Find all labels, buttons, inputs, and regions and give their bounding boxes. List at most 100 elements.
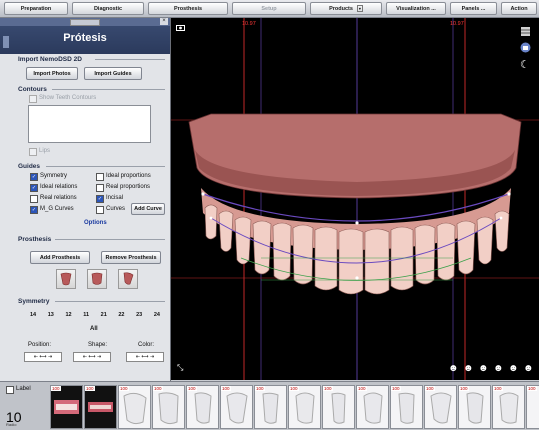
toolbar-prosthesis-button[interactable]: Prosthesis (148, 2, 228, 15)
add-prosthesis-button[interactable]: Add Prosthesis (30, 251, 90, 264)
real-proportions-checkbox[interactable] (96, 184, 104, 192)
incisal-label: Incisal (106, 195, 124, 201)
import-section-title: Import NemoDSD 2D (18, 56, 82, 63)
all-teeth-toggle[interactable]: All (90, 326, 98, 332)
curves-label: Curves (106, 206, 126, 212)
add-curve-button[interactable]: Add Curve (131, 203, 165, 215)
curves-checkbox[interactable] (96, 206, 104, 214)
expand-icon[interactable]: ⤡ (177, 364, 185, 372)
color-symmetry-control[interactable]: ⇤ ⟷ ⇥ (126, 352, 164, 362)
options-link[interactable]: Options (84, 220, 107, 226)
thumbnail-tag: 100 (493, 386, 503, 391)
thumbnail-tag: 100 (289, 386, 299, 391)
thumbnail-tag: 100 (391, 386, 401, 391)
thumbnail[interactable]: 100 (118, 385, 151, 429)
head-top-view-icon[interactable]: ☻ (478, 363, 489, 375)
tooth-number-row: 14 13 12 11 21 22 23 24 (30, 312, 160, 318)
head-back-view-icon[interactable]: ☻ (523, 363, 534, 375)
toolbar-products-button[interactable]: Products ▾ (310, 2, 382, 15)
show-contours-checkbox[interactable] (29, 95, 37, 103)
left-ruler-readout: 10.97 (242, 21, 256, 27)
shape-symmetry-control[interactable]: ⇤ ⟷ ⇥ (73, 352, 111, 362)
toolbar-action-button[interactable]: Action (501, 2, 537, 15)
tooth-tool-icon[interactable] (56, 269, 76, 289)
tooth-number[interactable]: 22 (118, 312, 124, 318)
thumbnail-tag: 100 (187, 386, 197, 391)
tooth-number[interactable]: 14 (30, 312, 36, 318)
panel-title: Prótesis (63, 32, 107, 44)
remove-prosthesis-button[interactable]: Remove Prosthesis (101, 251, 161, 264)
tooth-number[interactable]: 13 (48, 312, 54, 318)
tooth-number[interactable]: 12 (65, 312, 71, 318)
tooth-tool-icon[interactable] (118, 269, 138, 289)
camera-icon[interactable] (176, 24, 185, 31)
color-label: Color: (138, 342, 155, 348)
thumbnail[interactable]: 100 (492, 385, 525, 429)
label-text: Label (16, 386, 31, 392)
close-icon[interactable]: × (160, 18, 168, 25)
toolbar-products-label: Products (329, 5, 353, 12)
thumbnail[interactable]: 100 (288, 385, 321, 429)
toolbar-preparation-button[interactable]: Preparation (4, 2, 68, 15)
thumbnail[interactable]: 100 (254, 385, 287, 429)
head-front-view-icon[interactable]: ☻ (463, 363, 474, 375)
real-proportions-label: Real proportions (106, 184, 151, 190)
thumbnail[interactable]: 100 (390, 385, 423, 429)
ideal-relations-checkbox[interactable]: ✓ (30, 184, 38, 192)
3d-viewport[interactable]: 10.97 10.97 ☾ ☻ ☻ ☻ ☻ ☻ ☻ ⤡ (171, 18, 539, 380)
tooth-number[interactable]: 11 (83, 312, 89, 318)
teeth-view-icon[interactable] (520, 42, 531, 53)
contours-list[interactable] (28, 105, 151, 143)
toolbar-diagnostic-button[interactable]: Diagnostic (72, 2, 144, 15)
thumbnail[interactable]: 100 (322, 385, 355, 429)
tooth-tool-icon[interactable] (87, 269, 107, 289)
import-guides-button[interactable]: Import Guides (84, 67, 142, 80)
lips-checkbox[interactable] (29, 148, 37, 156)
import-photos-button[interactable]: Import Photos (26, 67, 78, 80)
real-relations-checkbox[interactable] (30, 195, 38, 203)
thumbnail-tag: 100 (323, 386, 333, 391)
thumbnail-tag: 100 (459, 386, 469, 391)
incisal-checkbox[interactable]: ✓ (96, 195, 104, 203)
symmetry-section-title: Symmetry (18, 298, 50, 305)
label-checkbox[interactable] (6, 386, 14, 394)
position-symmetry-control[interactable]: ⇤ ⟷ ⇥ (24, 352, 62, 362)
thumbnail[interactable]: 100 (424, 385, 457, 429)
thumbnail[interactable]: 100 (152, 385, 185, 429)
thumbnail-tag: 100 (221, 386, 231, 391)
toolbar-panels-button[interactable]: Panels ... (450, 2, 497, 15)
tooth-number[interactable]: 24 (154, 312, 160, 318)
panel-pin-control[interactable] (70, 19, 100, 26)
toolbar-visualization-button[interactable]: Visualization ... (386, 2, 446, 15)
toolbar-setup-button[interactable]: Setup (232, 2, 306, 15)
ideal-proportions-label: Ideal proportions (106, 173, 151, 179)
head-bottom-view-icon[interactable]: ☻ (508, 363, 519, 375)
thumbnail-tag: 100 (153, 386, 163, 391)
guides-section-title: Guides (18, 163, 41, 170)
thumbnail[interactable]: 100 (84, 385, 117, 429)
tooth-number[interactable]: 21 (101, 312, 107, 318)
main-toolbar: Preparation Diagnostic Prosthesis Setup … (0, 0, 539, 18)
head-right-view-icon[interactable]: ☻ (493, 363, 504, 375)
section-divider (95, 59, 165, 60)
thumbnail[interactable]: 100 (356, 385, 389, 429)
thumbnail[interactable]: 100 (526, 385, 539, 429)
chevron-down-icon: ▾ (356, 5, 363, 12)
section-divider (46, 166, 165, 167)
symmetry-checkbox[interactable]: ✓ (30, 173, 38, 181)
real-relations-label: Real relations (40, 195, 77, 201)
ideal-proportions-checkbox[interactable] (96, 173, 104, 181)
image-sub-label: Radio (6, 422, 17, 427)
thumbnail[interactable]: 100 (220, 385, 253, 429)
head-left-view-icon[interactable]: ☻ (448, 363, 459, 375)
thumbnail-tag: 100 (357, 386, 367, 391)
thumbnail-tag: 100 (255, 386, 265, 391)
thumbnail[interactable]: 100 (458, 385, 491, 429)
moon-icon[interactable]: ☾ (520, 59, 530, 71)
thumbnail[interactable]: 100 (186, 385, 219, 429)
layers-icon[interactable] (520, 26, 531, 37)
right-ruler-readout: 10.97 (450, 21, 464, 27)
thumbnail[interactable]: 100 (50, 385, 83, 429)
m-g-curves-checkbox[interactable]: ✓ (30, 206, 38, 214)
tooth-number[interactable]: 23 (136, 312, 142, 318)
